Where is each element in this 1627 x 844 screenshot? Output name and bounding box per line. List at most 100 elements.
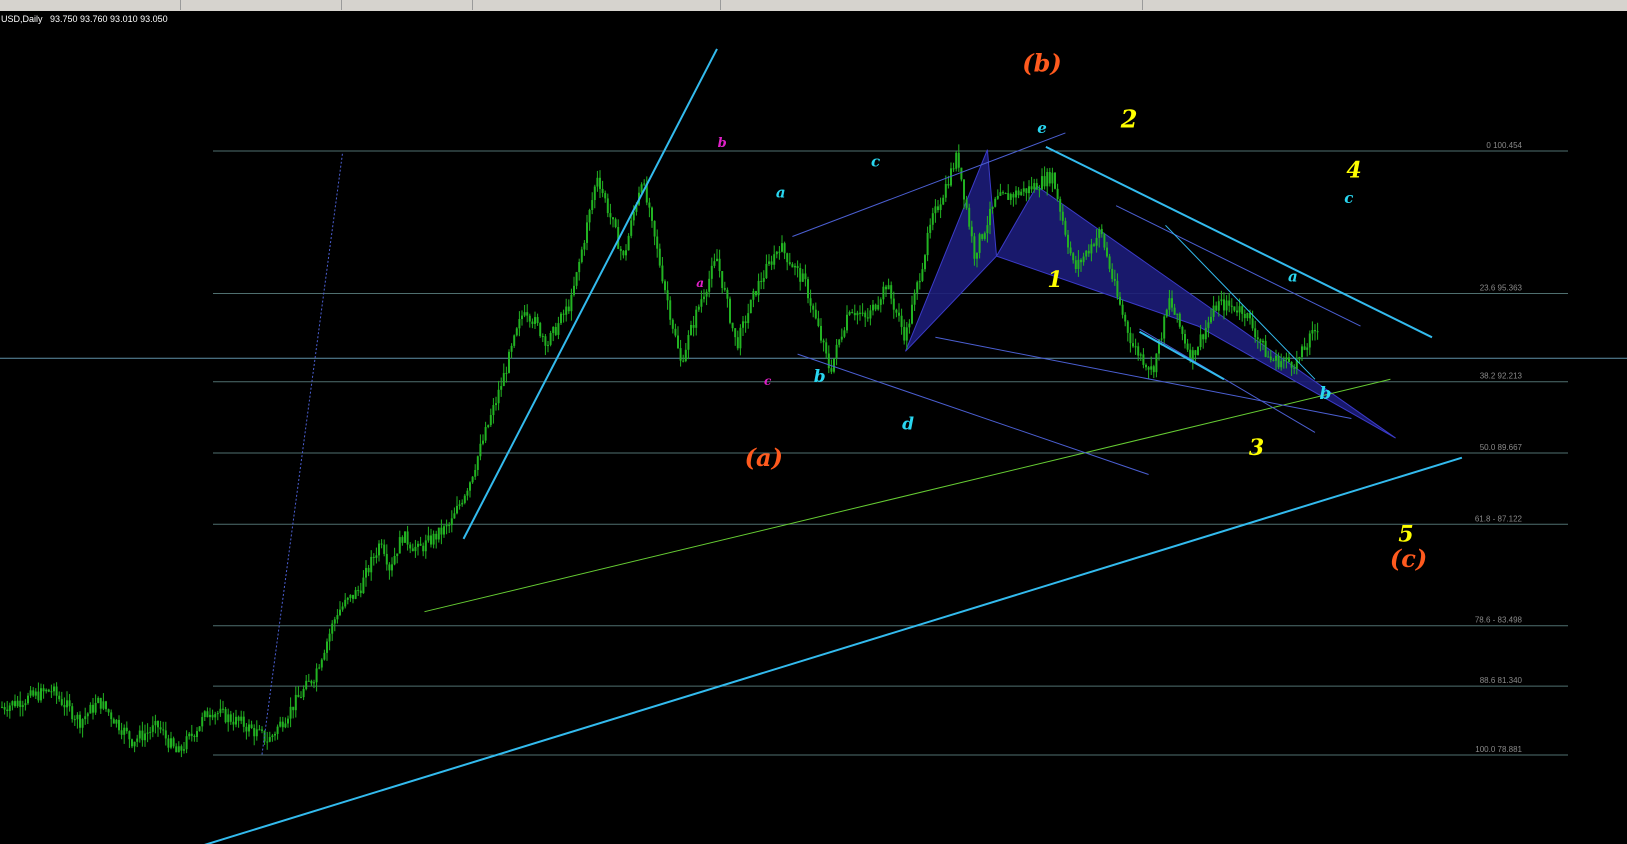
candle-body	[3, 707, 6, 710]
candle-body	[692, 324, 695, 328]
candle-body	[817, 318, 820, 326]
candle-body	[851, 311, 854, 313]
candle-body	[726, 289, 729, 299]
toolbar-group[interactable]	[181, 0, 342, 10]
candle-body	[731, 322, 734, 329]
candle-body	[172, 738, 175, 747]
wave-label-yellow: 5	[1398, 522, 1413, 548]
toolbar-group[interactable]	[722, 0, 1143, 10]
candle-body	[440, 527, 443, 535]
candle-body	[414, 546, 417, 552]
candle-body	[729, 298, 731, 323]
candle-body	[81, 719, 84, 728]
candle-body	[302, 688, 305, 698]
candle-body	[502, 373, 505, 387]
candle-body	[94, 702, 97, 713]
candle-body	[253, 728, 256, 737]
candle-body	[835, 344, 838, 359]
fib-label: 100.0 78.881	[1475, 745, 1522, 754]
price-chart[interactable]: 0 100.454 23.6 95.363 38.2 92.213 50.0 89.6…	[0, 11, 1627, 844]
candle-body	[1028, 186, 1030, 194]
candle-body	[734, 328, 737, 338]
candle-body	[1290, 361, 1293, 368]
candle-body	[1106, 247, 1108, 257]
candle-body	[573, 285, 575, 295]
toolbar-group[interactable]	[0, 0, 181, 10]
candle-body	[1272, 359, 1275, 361]
candle-body	[656, 236, 659, 249]
candle-body	[1277, 355, 1280, 368]
toolbar-group[interactable]	[640, 0, 721, 10]
candle-body	[547, 344, 549, 346]
candle-body	[1030, 186, 1033, 190]
candle-body	[287, 718, 289, 724]
candle-body	[1046, 172, 1049, 187]
candle-body	[762, 278, 765, 282]
candle-body	[8, 705, 11, 712]
candle-body	[1262, 340, 1264, 343]
candle-body	[599, 177, 601, 189]
candle-body	[664, 281, 666, 291]
candle-body	[1301, 346, 1303, 358]
candle-body	[593, 186, 596, 201]
wave-label-yellow: 1	[1047, 267, 1062, 293]
candle-body	[541, 336, 544, 338]
candle-body	[1064, 220, 1067, 235]
candle-body	[1072, 253, 1075, 261]
candle-body	[164, 730, 167, 739]
candle-body	[929, 224, 932, 233]
candle-body	[939, 204, 942, 211]
candle-body	[76, 714, 79, 720]
candle-body	[848, 311, 851, 315]
candle-body	[1220, 299, 1223, 302]
candle-body	[1108, 256, 1111, 269]
candle-body	[981, 234, 984, 239]
candle-body	[331, 623, 334, 634]
wave-label-cyan: b	[1319, 384, 1331, 404]
candle-body	[879, 299, 882, 305]
candle-body	[1069, 247, 1072, 254]
candle-body	[292, 706, 295, 711]
candle-body	[536, 317, 539, 324]
candle-body	[1173, 307, 1176, 315]
candle-body	[822, 340, 825, 343]
candle-body	[294, 694, 297, 711]
candle-body	[1116, 280, 1119, 297]
candle-body	[131, 739, 133, 747]
candle-body	[781, 243, 783, 252]
candle-body	[339, 609, 341, 616]
candle-body	[986, 225, 989, 234]
candle-body	[359, 590, 362, 594]
candle-body	[71, 706, 74, 720]
candle-body	[1139, 354, 1142, 356]
candle-body	[994, 198, 997, 207]
symbol-label: USD,Daily	[1, 14, 43, 24]
candle-body	[760, 280, 763, 282]
candle-body	[190, 733, 193, 736]
candle-body	[1267, 356, 1270, 358]
candle-body	[648, 202, 651, 208]
candle-body	[1152, 366, 1155, 373]
candle-body	[531, 321, 534, 324]
candle-body	[250, 724, 253, 729]
candle-body	[697, 306, 700, 310]
candle-body	[500, 386, 503, 390]
candle-body	[1095, 237, 1098, 246]
candle-body	[1171, 298, 1173, 308]
toolbar-group[interactable]	[342, 0, 473, 10]
candle-body	[375, 555, 378, 558]
candle-body	[1288, 357, 1290, 362]
candle-body	[931, 213, 934, 225]
candle-body	[898, 312, 900, 316]
candle-body	[151, 725, 154, 732]
ohlc-readout: 93.750 93.760 93.010 93.050	[50, 14, 168, 24]
candle-body	[1269, 356, 1272, 360]
candle-body	[84, 716, 87, 720]
candle-body	[427, 535, 430, 541]
candle-body	[196, 731, 198, 737]
wave-label-magenta: b	[718, 136, 727, 151]
candle-body	[1035, 183, 1038, 190]
candle-body	[528, 315, 531, 322]
candle-body	[219, 708, 222, 714]
candle-body	[549, 332, 552, 345]
